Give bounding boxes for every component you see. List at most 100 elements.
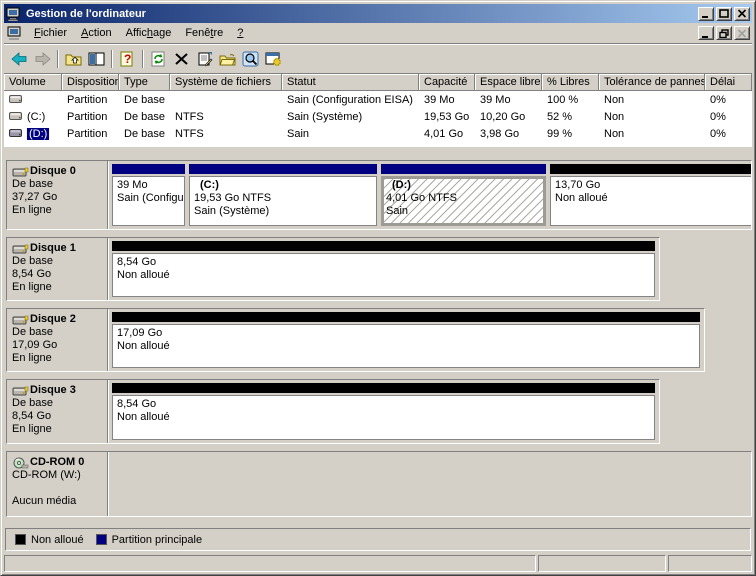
cell-disposition: Partition xyxy=(62,94,119,106)
maximize-button[interactable] xyxy=(716,7,732,21)
disk-status: En ligne xyxy=(12,204,107,217)
up-one-level-button[interactable] xyxy=(62,48,85,70)
show-console-tree-button[interactable] xyxy=(85,48,108,70)
cell-capacite: 19,53 Go xyxy=(419,111,475,123)
help-button[interactable]: ? xyxy=(116,48,139,70)
column-header-statut[interactable]: Statut xyxy=(282,74,419,91)
column-header-espace-libre[interactable]: Espace libre xyxy=(475,74,542,91)
forward-button[interactable] xyxy=(31,48,54,70)
status-pane xyxy=(4,555,536,572)
toolbar: ? xyxy=(4,44,752,74)
toolbar-separator xyxy=(142,50,144,68)
cdrom-empty-area xyxy=(108,452,751,516)
up-folder-icon xyxy=(65,51,82,67)
manage-computer-button[interactable] xyxy=(262,48,285,70)
toolbar-separator xyxy=(111,50,113,68)
column-header-pct-libres[interactable]: % Libres xyxy=(542,74,599,91)
menu-fichier[interactable]: Fichier xyxy=(27,24,74,42)
disk-header-disque0[interactable]: Disque 0 De base 37,27 Go En ligne xyxy=(7,161,108,229)
disk-type: De base xyxy=(12,326,107,339)
status-pane xyxy=(538,555,666,572)
menu-aide[interactable]: ? xyxy=(230,24,250,42)
child-close-button[interactable] xyxy=(734,26,750,40)
partition-d-selected[interactable]: (D:)4,01 Go NTFSSain xyxy=(381,164,546,226)
pane-splitter[interactable] xyxy=(4,147,752,159)
cell-disposition: Partition xyxy=(62,128,119,140)
unallocated-color-band xyxy=(112,241,655,251)
panes-icon xyxy=(88,51,105,67)
cell-tolerance: Non xyxy=(599,111,705,123)
volume-icon xyxy=(9,112,24,121)
unallocated-region[interactable]: 13,70 GoNon alloué xyxy=(550,164,751,226)
cell-statut: Sain (Configuration EISA) xyxy=(282,94,419,106)
legend-item-primary-partition: Partition principale xyxy=(96,534,203,546)
column-header-tolerance[interactable]: Tolérance de pannes xyxy=(599,74,705,91)
svg-text:?: ? xyxy=(124,52,131,66)
unallocated-color-band xyxy=(112,312,700,322)
cell-fs: NTFS xyxy=(170,128,282,140)
open-folder-icon xyxy=(219,51,236,67)
cell-pct-libres: 52 % xyxy=(542,111,599,123)
cdrom-header[interactable]: CD-ROM 0 CD-ROM (W:) Aucun média xyxy=(7,452,108,516)
disk-header-disque1[interactable]: Disque 1 De base 8,54 Go En ligne xyxy=(7,238,108,300)
back-icon xyxy=(11,51,28,67)
minimize-button[interactable] xyxy=(698,7,714,21)
refresh-button[interactable] xyxy=(147,48,170,70)
table-row[interactable]: Partition De base Sain (Configuration EI… xyxy=(4,91,752,108)
menu-action[interactable]: Action xyxy=(74,24,119,42)
properties-button[interactable] xyxy=(193,48,216,70)
table-row-selected[interactable]: (D:) Partition De base NTFS Sain 4,01 Go… xyxy=(4,125,752,142)
close-button[interactable] xyxy=(734,7,750,21)
cell-capacite: 4,01 Go xyxy=(419,128,475,140)
title-bar[interactable]: Gestion de l'ordinateur xyxy=(4,4,752,23)
volume-list: Volume Disposition Type Système de fichi… xyxy=(4,74,752,147)
unallocated-region[interactable]: 8,54 GoNon alloué xyxy=(112,383,655,440)
disk-header-disque3[interactable]: Disque 3 De base 8,54 Go En ligne xyxy=(7,380,108,443)
disk-status: En ligne xyxy=(12,352,107,365)
disk-status: En ligne xyxy=(12,423,107,436)
child-minimize-button[interactable] xyxy=(698,26,714,40)
cell-fs: NTFS xyxy=(170,111,282,123)
unallocated-region[interactable]: 8,54 GoNon alloué xyxy=(112,241,655,297)
disk-header-disque2[interactable]: Disque 2 De base 17,09 Go En ligne xyxy=(7,309,108,371)
column-header-delai[interactable]: Délai xyxy=(705,74,752,91)
menu-affichage[interactable]: Affichage xyxy=(119,24,179,42)
disk-type: De base xyxy=(12,255,107,268)
status-pane xyxy=(668,555,752,572)
back-button[interactable] xyxy=(8,48,31,70)
disk-row-disque2: Disque 2 De base 17,09 Go En ligne 17,09… xyxy=(6,308,705,372)
disk-row-disque0: Disque 0 De base 37,27 Go En ligne 39 Mo… xyxy=(6,160,752,230)
table-row[interactable]: (C:) Partition De base NTFS Sain (Systèm… xyxy=(4,108,752,125)
delete-button[interactable] xyxy=(170,48,193,70)
column-header-capacite[interactable]: Capacité xyxy=(419,74,475,91)
client-area: Volume Disposition Type Système de fichi… xyxy=(4,74,752,553)
cdrom-drive: CD-ROM (W:) xyxy=(12,469,107,482)
column-header-type[interactable]: Type xyxy=(119,74,170,91)
cell-statut: Sain xyxy=(282,128,419,140)
hard-disk-icon xyxy=(12,314,29,326)
menu-fenetre[interactable]: Fenêtre xyxy=(178,24,230,42)
cell-espace-libre: 3,98 Go xyxy=(475,128,542,140)
column-header-systeme-de-fichiers[interactable]: Système de fichiers xyxy=(170,74,282,91)
column-header-disposition[interactable]: Disposition xyxy=(62,74,119,91)
volume-icon xyxy=(9,95,24,104)
status-bar xyxy=(4,553,752,572)
unallocated-region[interactable]: 17,09 GoNon alloué xyxy=(112,312,700,368)
find-button[interactable] xyxy=(239,48,262,70)
toolbar-separator xyxy=(57,50,59,68)
cell-tolerance: Non xyxy=(599,94,705,106)
disk-row-disque1: Disque 1 De base 8,54 Go En ligne 8,54 G… xyxy=(6,237,660,301)
cell-espace-libre: 10,20 Go xyxy=(475,111,542,123)
partition-c[interactable]: (C:)19,53 Go NTFSSain (Système) xyxy=(189,164,377,226)
child-restore-button[interactable] xyxy=(716,26,732,40)
open-button[interactable] xyxy=(216,48,239,70)
properties-icon xyxy=(196,51,213,67)
refresh-icon xyxy=(150,51,167,67)
legend-bar: Non alloué Partition principale xyxy=(5,528,751,551)
disk-row-cdrom0: CD-ROM 0 CD-ROM (W:) Aucun média xyxy=(6,451,752,517)
cdrom-media-status: Aucun média xyxy=(12,495,107,508)
disk-size: 8,54 Go xyxy=(12,268,107,281)
partition-eisa[interactable]: 39 MoSain (Configu xyxy=(112,164,185,226)
hard-disk-icon xyxy=(12,385,29,397)
column-header-volume[interactable]: Volume xyxy=(4,74,62,91)
